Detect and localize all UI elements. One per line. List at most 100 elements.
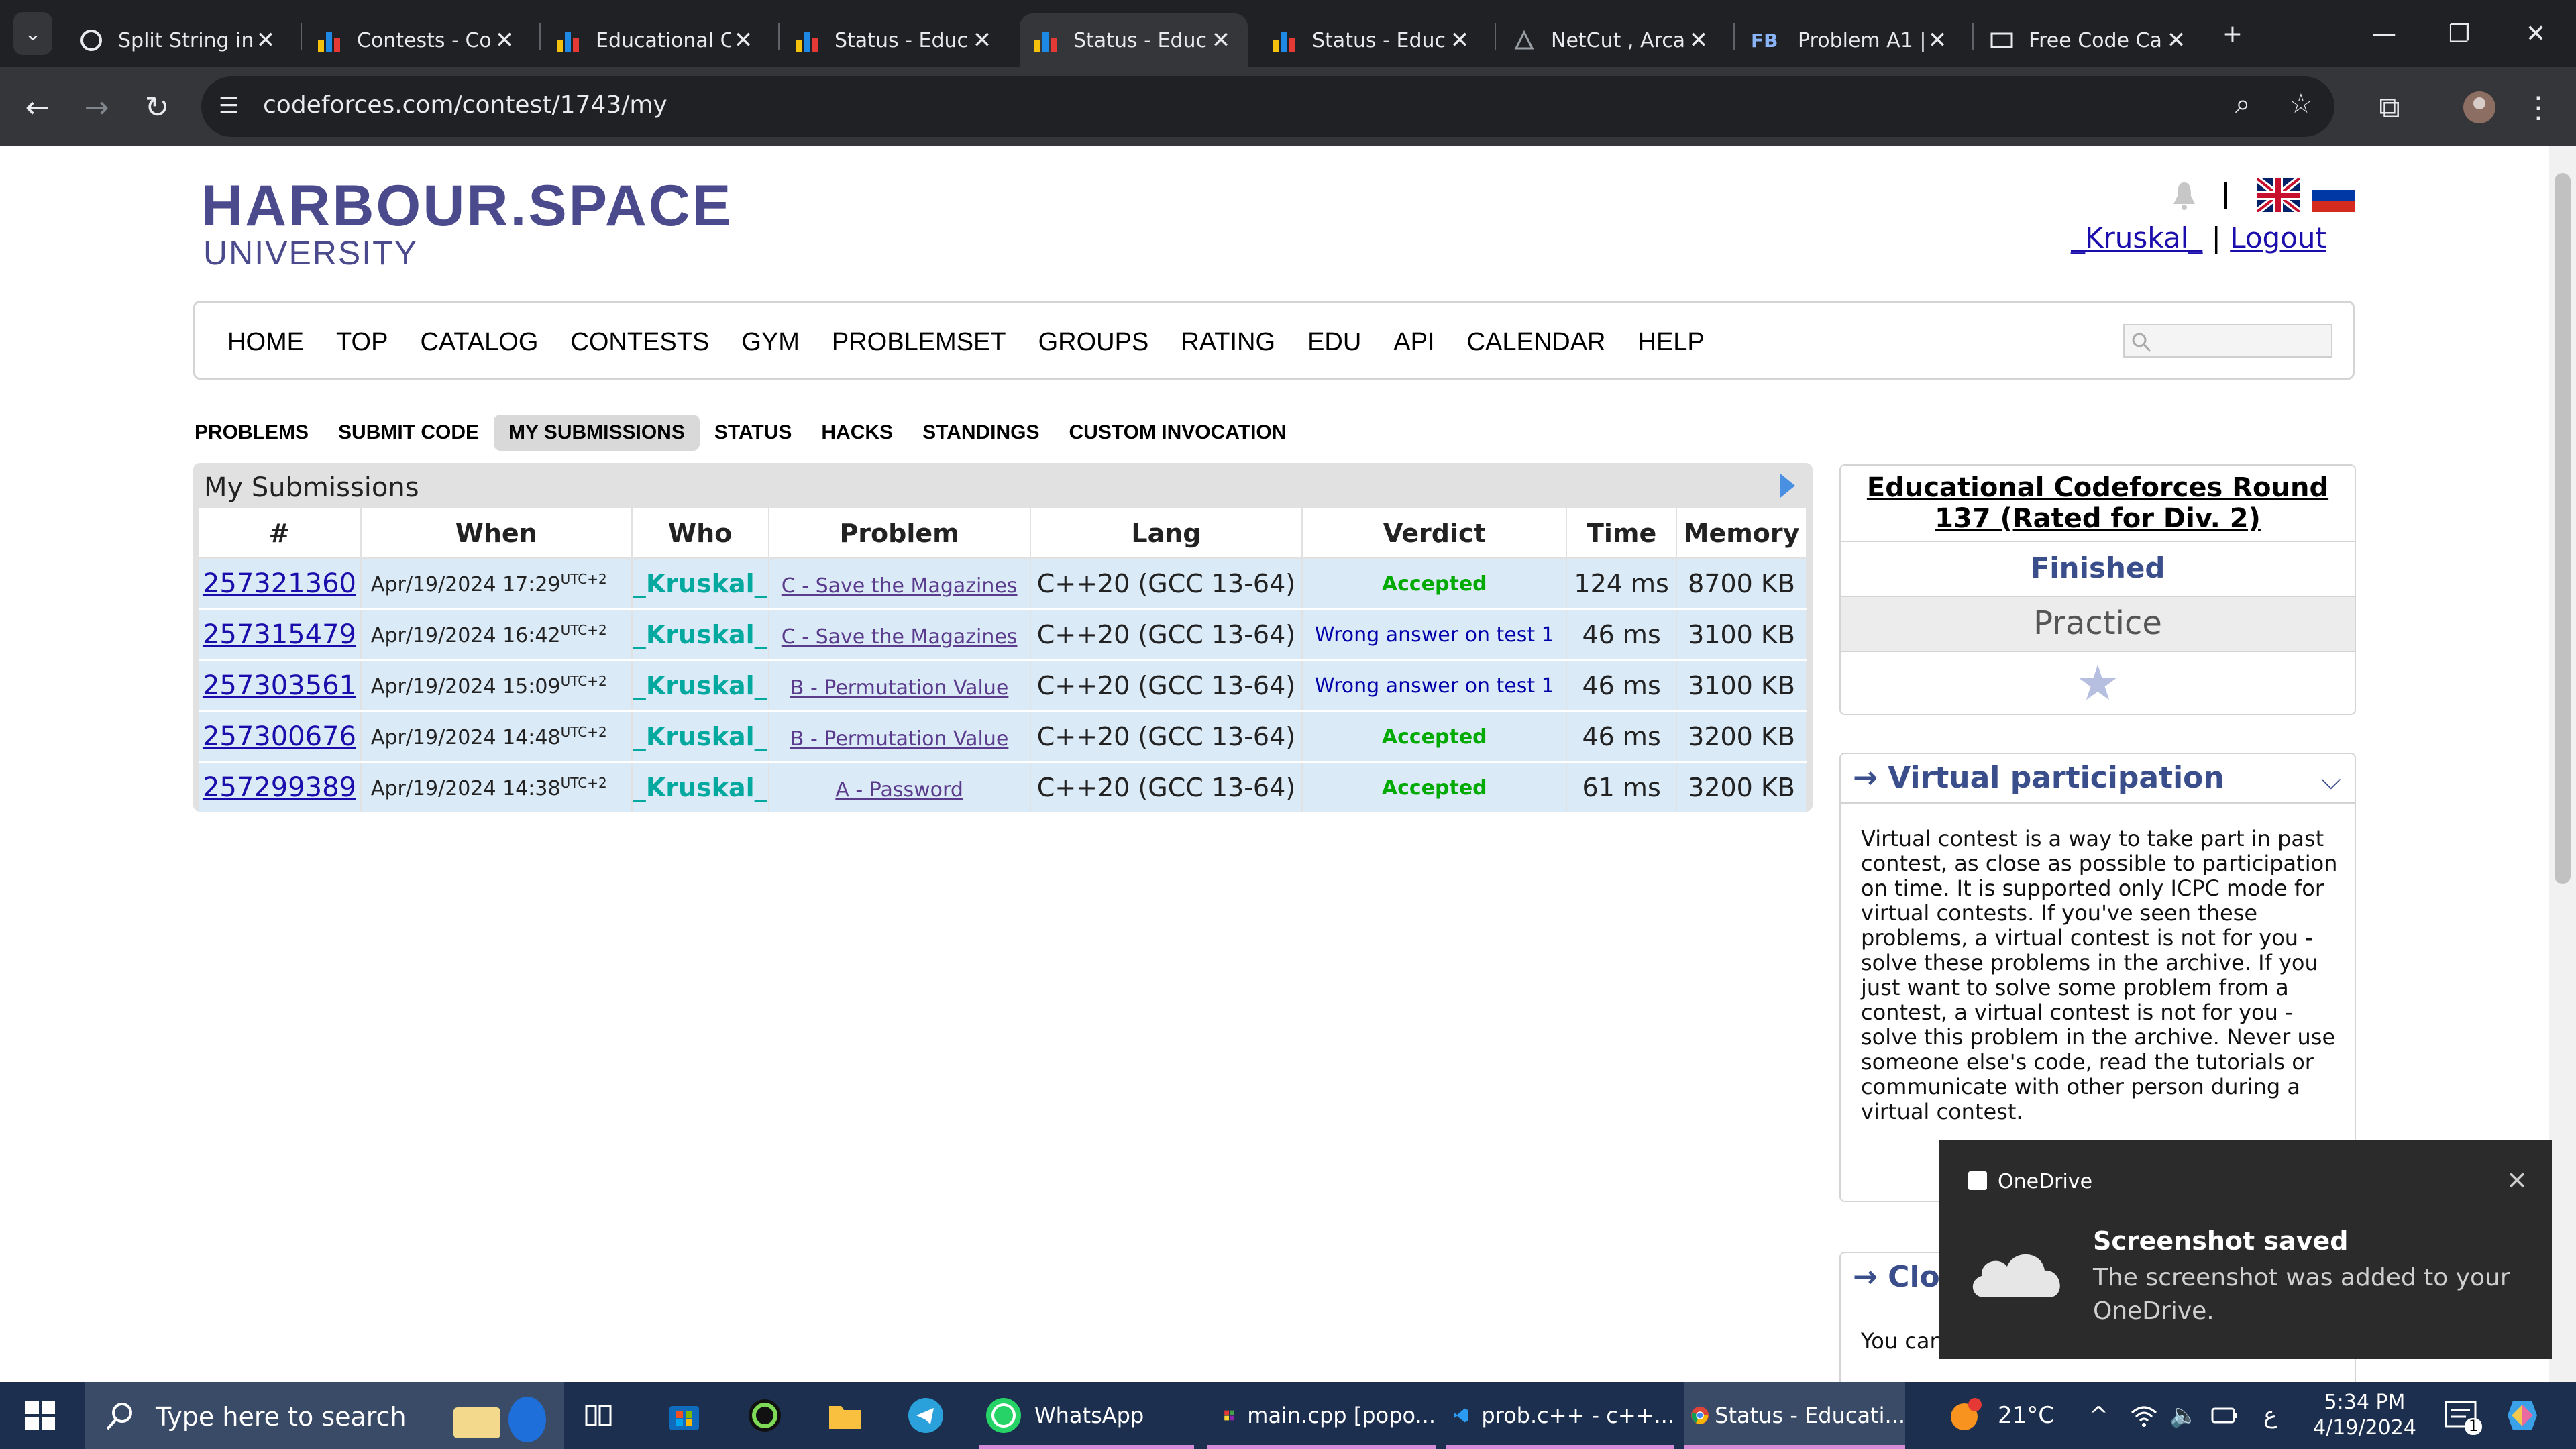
submission-id-link[interactable]: 257321360 [203,568,356,599]
back-icon[interactable]: ← [16,86,59,129]
russian-flag-icon[interactable] [2312,178,2355,212]
logout-link[interactable]: Logout [2230,221,2326,254]
tab-search-button[interactable]: ⌄ [13,12,52,55]
tab-my-submissions[interactable]: MY SUBMISSIONS [494,415,700,451]
windows-start-icon[interactable] [24,1394,56,1437]
close-window-button[interactable]: ✕ [2509,12,2563,55]
tab-submit-code[interactable]: SUBMIT CODE [338,421,479,444]
menu-gym[interactable]: GYM [741,328,800,357]
verdict[interactable]: Wrong answer on test 1 [1302,660,1568,712]
forward-icon[interactable]: → [75,86,118,129]
browser-tab-active[interactable]: Status - Educ ✕ [1020,13,1248,67]
problem-link[interactable]: C - Save the Magazines [782,574,1018,598]
close-tab-icon[interactable]: ✕ [970,27,994,54]
problem-link[interactable]: A - Password [835,778,963,802]
microsoft-store-icon[interactable] [665,1394,703,1437]
chevron-down-icon[interactable]: ⌵ [2321,765,2341,796]
problem-link[interactable]: C - Save the Magazines [782,625,1018,649]
submission-author[interactable]: _Kruskal_ [631,762,769,814]
browser-tab[interactable]: NetCut , Arca ✕ [1497,13,1725,67]
problem-link[interactable]: B - Permutation Value [790,676,1009,700]
submission-author[interactable]: _Kruskal_ [631,711,769,763]
volume-icon[interactable]: 🔈 [2169,1394,2198,1437]
copilot-icon[interactable] [2502,1394,2542,1437]
problem-link[interactable]: B - Permutation Value [790,727,1009,751]
extensions-icon[interactable]: ⧉ [2368,86,2411,129]
menu-problemset[interactable]: PROBLEMSET [832,328,1006,357]
notification-center-icon[interactable]: 1 [2442,1394,2482,1437]
search-input[interactable] [2123,324,2332,358]
menu-calendar[interactable]: CALENDAR [1467,328,1606,357]
onedrive-notification[interactable]: OneDrive ✕ Screenshot saved The screensh… [1939,1140,2552,1359]
taskbar-app-codeblocks[interactable]: main.cpp [popo... [1208,1382,1436,1449]
site-info-icon[interactable]: ☰ [219,93,239,119]
english-flag-icon[interactable] [2254,176,2302,215]
close-tab-icon[interactable]: ✕ [2164,27,2188,54]
taskbar-app-chrome[interactable]: Status - Educati... [1684,1382,1905,1449]
browser-tab[interactable]: Status - Educ ✕ [781,13,1009,67]
keyboard-language[interactable]: ع [2263,1394,2277,1437]
submission-author[interactable]: _Kruskal_ [631,660,769,712]
tab-problems[interactable]: PROBLEMS [195,421,309,444]
browser-tab[interactable]: FB Problem A1 | ✕ [1736,13,1964,67]
close-tab-icon[interactable]: ✕ [1925,27,1949,54]
battery-icon[interactable] [2210,1394,2239,1437]
submission-id-link[interactable]: 257299389 [203,772,356,803]
address-bar[interactable]: ☰ codeforces.com/contest/1743/my ⌕ ☆ [201,76,2334,137]
submission-id-link[interactable]: 257315479 [203,619,356,650]
submission-id-link[interactable]: 257303561 [203,670,356,701]
close-tab-icon[interactable]: ✕ [254,27,278,54]
verdict[interactable]: Wrong answer on test 1 [1302,609,1568,661]
logo[interactable]: HARBOUR.SPACE [201,173,733,239]
show-hidden-icons[interactable]: ^ [2089,1394,2108,1437]
network-icon[interactable] [2129,1394,2159,1437]
minimize-button[interactable]: — [2357,12,2411,55]
favorite-star-icon[interactable]: ★ [1841,651,2355,714]
browser-tab[interactable]: Contests - Co ✕ [303,13,531,67]
browser-tab[interactable]: Split String in ✕ [64,13,292,67]
arrow-right-icon[interactable] [1780,474,1795,498]
zoom-icon[interactable]: ⌕ [2235,89,2250,119]
menu-api[interactable]: API [1393,328,1434,357]
bookmark-star-icon[interactable]: ☆ [2289,89,2313,119]
menu-catalog[interactable]: CATALOG [420,328,538,357]
menu-contests[interactable]: CONTESTS [570,328,709,357]
file-explorer-icon[interactable] [826,1394,864,1437]
tab-custom-invocation[interactable]: CUSTOM INVOCATION [1069,421,1287,444]
close-tab-icon[interactable]: ✕ [1686,27,1711,54]
scrollbar-thumb[interactable] [2555,173,2571,884]
tab-hacks[interactable]: HACKS [821,421,893,444]
camera-app-icon[interactable] [746,1394,784,1437]
close-tab-icon[interactable]: ✕ [731,27,755,54]
browser-tab[interactable]: Free Code Ca ✕ [1975,13,2203,67]
weather-icon[interactable]: 21°C [1945,1394,2054,1437]
tab-standings[interactable]: STANDINGS [922,421,1039,444]
menu-rating[interactable]: RATING [1181,328,1275,357]
close-tab-icon[interactable]: ✕ [492,27,517,54]
taskbar-app-whatsapp[interactable]: WhatsApp [979,1382,1194,1449]
url-text[interactable]: codeforces.com/contest/1743/my [263,91,667,119]
reload-icon[interactable]: ↻ [136,86,178,129]
task-view-icon[interactable] [584,1394,613,1437]
close-tab-icon[interactable]: ✕ [1448,27,1472,54]
contest-name-link[interactable]: Educational Codeforces Round 137 (Rated … [1841,472,2355,534]
menu-edu[interactable]: EDU [1307,328,1361,357]
browser-tab[interactable]: Status - Educ ✕ [1258,13,1487,67]
telegram-icon[interactable] [907,1394,945,1437]
menu-help[interactable]: HELP [1638,328,1705,357]
taskbar-app-vscode[interactable]: prob.c++ - c++... [1446,1382,1674,1449]
menu-top[interactable]: TOP [336,328,388,357]
browser-menu-icon[interactable]: ⋮ [2517,86,2560,129]
submission-id-link[interactable]: 257300676 [203,721,356,752]
submission-author[interactable]: _Kruskal_ [631,609,769,661]
profile-avatar[interactable] [2458,86,2501,129]
page-scrollbar[interactable] [2549,146,2576,1382]
restore-button[interactable]: ❐ [2432,12,2486,55]
tab-status[interactable]: STATUS [714,421,792,444]
taskbar-search-box[interactable]: Type here to search [85,1382,564,1449]
new-tab-button[interactable]: + [2206,12,2259,55]
bell-icon[interactable] [2171,178,2198,212]
menu-home[interactable]: HOME [227,328,304,357]
menu-groups[interactable]: GROUPS [1038,328,1149,357]
profile-link[interactable]: _Kruskal_ [2071,221,2202,254]
